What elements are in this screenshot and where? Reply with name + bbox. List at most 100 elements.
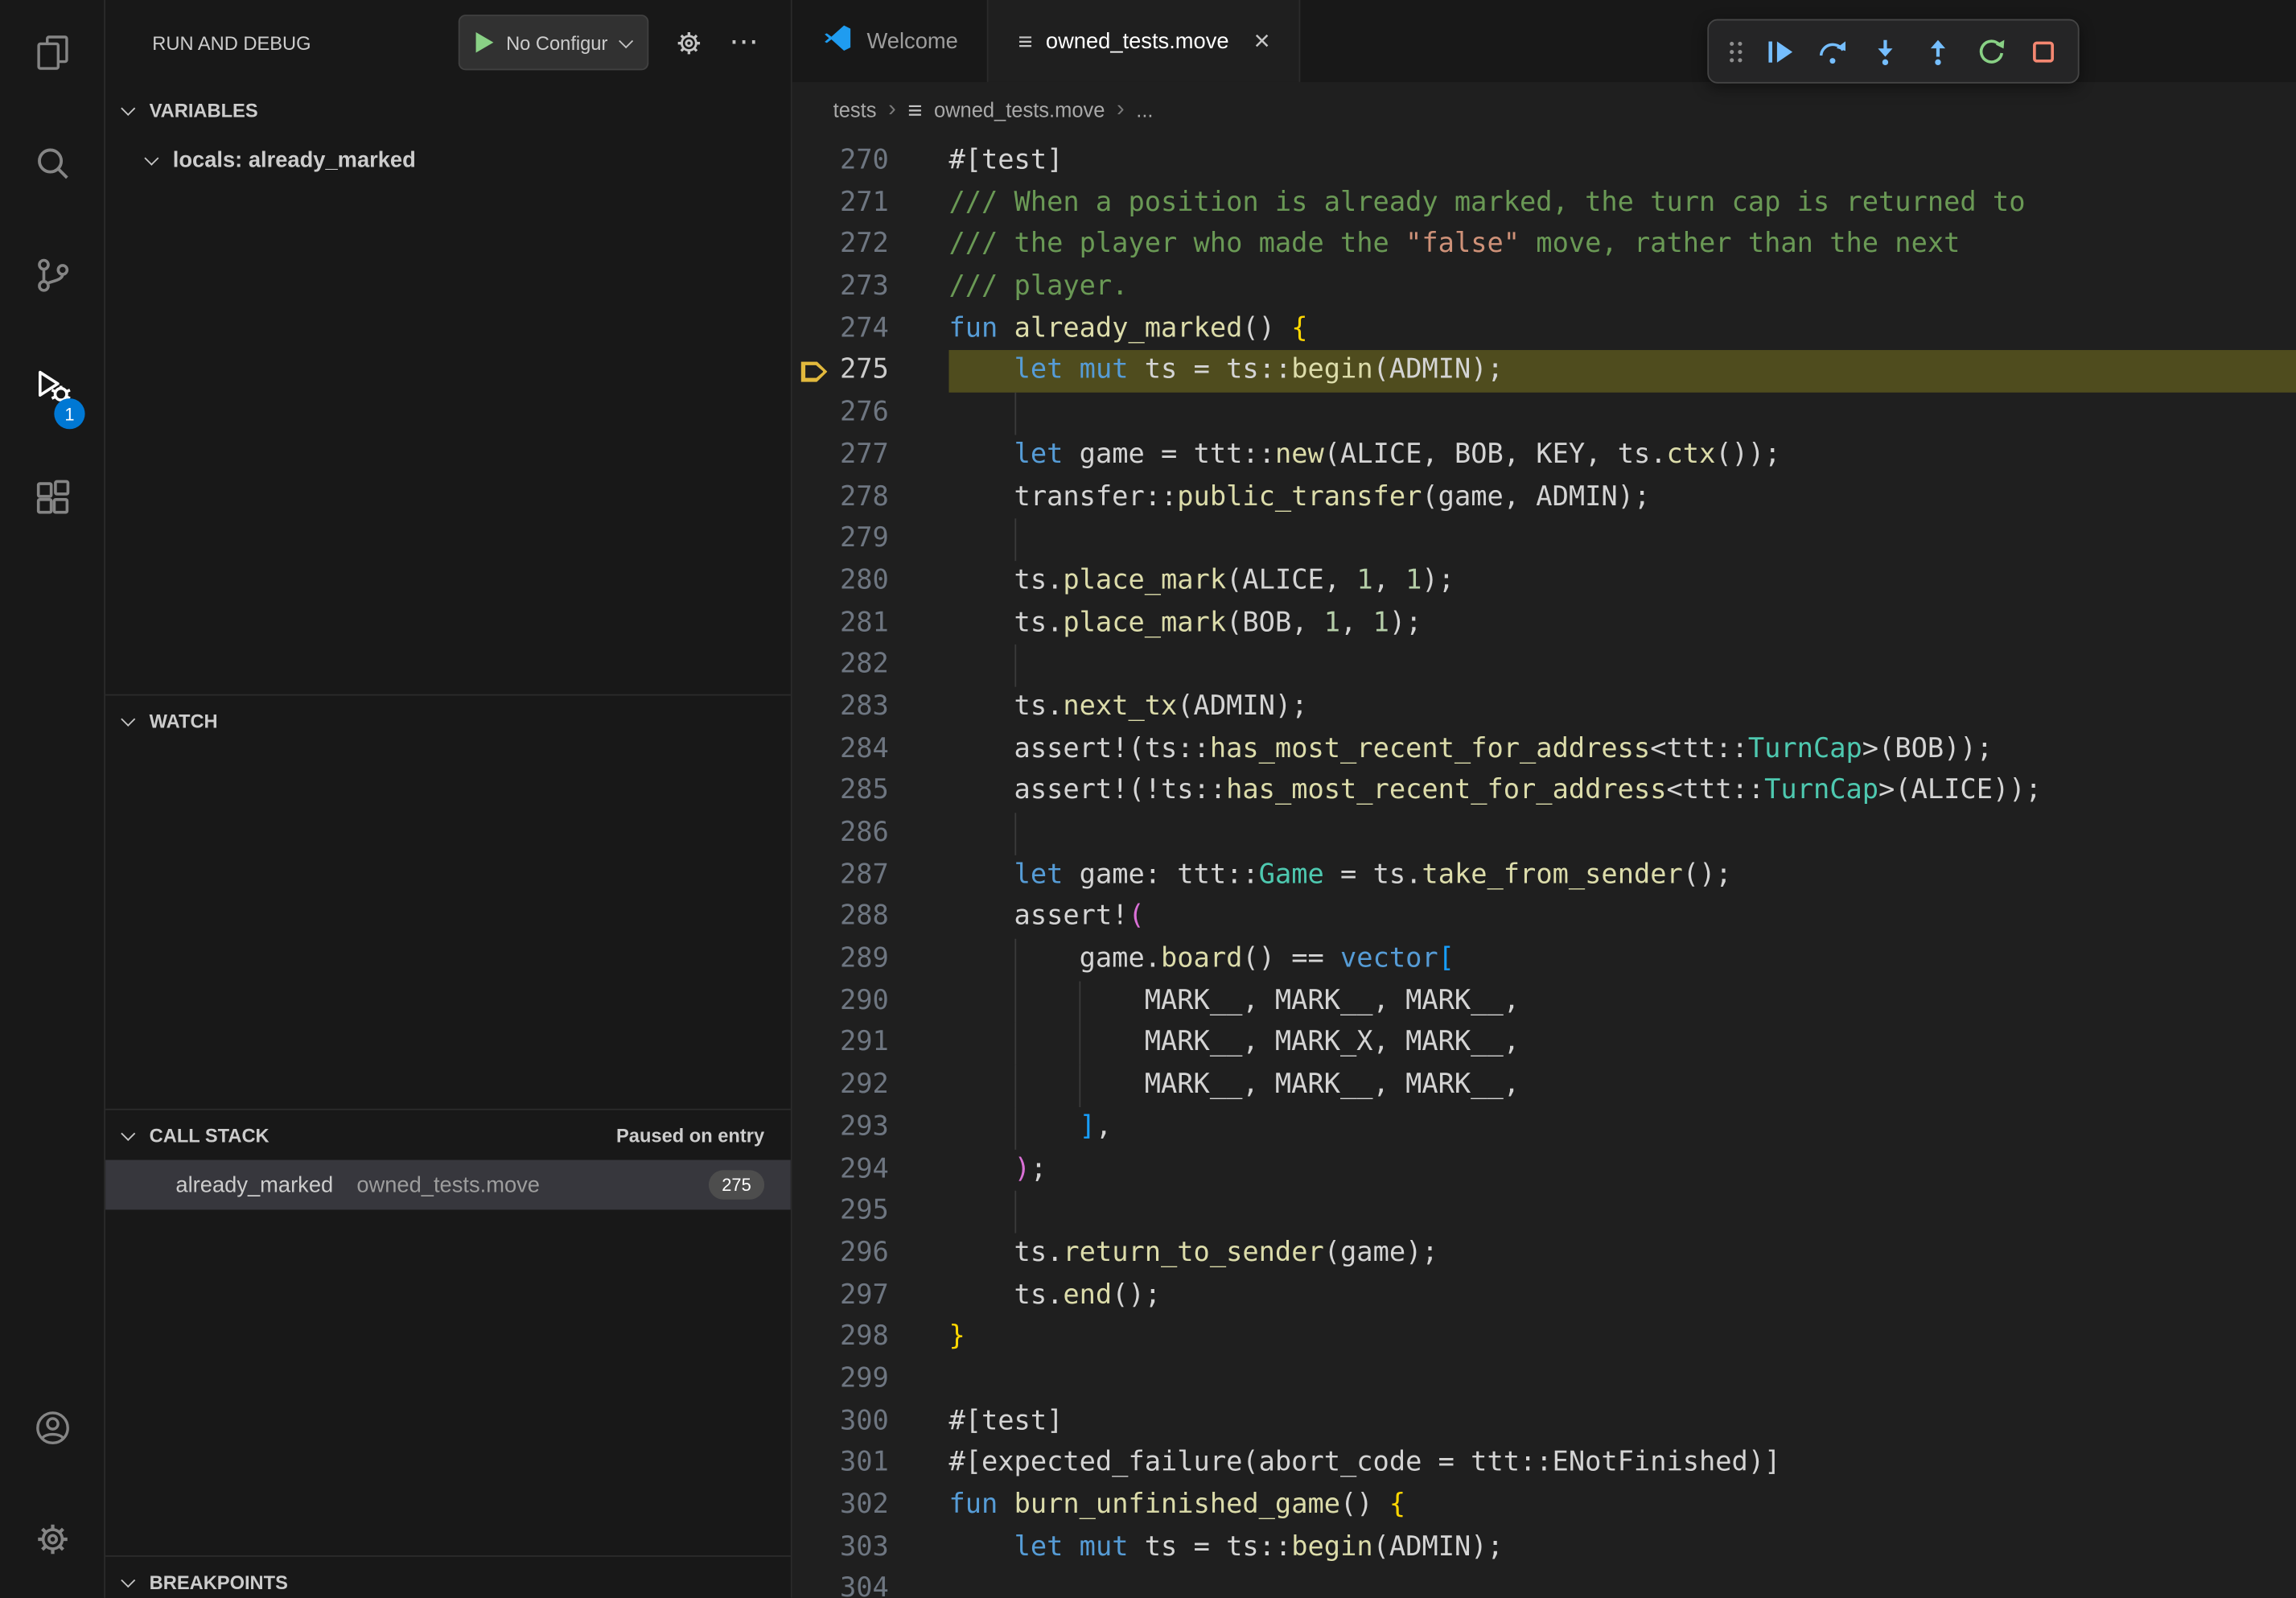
line-number[interactable]: 271 — [792, 183, 949, 224]
line-number[interactable]: 277 — [792, 435, 949, 476]
code-line[interactable]: 298} — [792, 1317, 2296, 1359]
activity-item-search[interactable] — [0, 111, 104, 222]
code-line[interactable]: 281 ts.place_mark(BOB, 1, 1); — [792, 603, 2296, 645]
code-line[interactable]: 289 game.board() == vector[ — [792, 939, 2296, 981]
code-line[interactable]: 299 — [792, 1359, 2296, 1401]
line-number[interactable]: 294 — [792, 1149, 949, 1191]
step-over-button[interactable] — [1808, 28, 1855, 75]
line-number[interactable]: 298 — [792, 1317, 949, 1359]
line-number[interactable]: 273 — [792, 266, 949, 308]
breadcrumb-item-tests[interactable]: tests — [833, 98, 877, 121]
line-number[interactable]: 297 — [792, 1275, 949, 1317]
code-line[interactable]: 286 — [792, 813, 2296, 855]
code-line[interactable]: 272/// the player who made the "false" m… — [792, 224, 2296, 266]
step-out-button[interactable] — [1914, 28, 1961, 75]
line-number[interactable]: 291 — [792, 1023, 949, 1065]
watch-section-header[interactable]: WATCH — [105, 696, 791, 746]
code-line[interactable]: 277 let game = ttt::new(ALICE, BOB, KEY,… — [792, 435, 2296, 476]
line-number[interactable]: 303 — [792, 1527, 949, 1569]
code-line[interactable]: 270#[test] — [792, 141, 2296, 183]
line-number[interactable]: 283 — [792, 687, 949, 729]
line-number[interactable]: 288 — [792, 897, 949, 939]
line-number[interactable]: 281 — [792, 603, 949, 645]
code-line[interactable]: 276 — [792, 393, 2296, 435]
activity-item-extensions[interactable] — [0, 445, 104, 556]
code-line[interactable]: 304 — [792, 1569, 2296, 1598]
code-line[interactable]: 295 — [792, 1191, 2296, 1233]
code-line[interactable]: 300#[test] — [792, 1401, 2296, 1443]
code-line[interactable]: 285 assert!(!ts::has_most_recent_for_add… — [792, 771, 2296, 813]
line-number[interactable]: 295 — [792, 1191, 949, 1233]
line-number[interactable]: 276 — [792, 393, 949, 435]
line-number[interactable]: 274 — [792, 309, 949, 351]
line-number[interactable]: 286 — [792, 813, 949, 855]
line-number[interactable]: 287 — [792, 855, 949, 896]
line-number[interactable]: 280 — [792, 561, 949, 603]
line-number[interactable]: 284 — [792, 729, 949, 771]
debug-config-dropdown[interactable]: No Configur — [458, 14, 648, 70]
variables-scope-row[interactable]: locals: already_marked — [105, 134, 791, 184]
line-number[interactable]: 302 — [792, 1485, 949, 1527]
line-number[interactable]: 304 — [792, 1569, 949, 1598]
code-line[interactable]: 301#[expected_failure(abort_code = ttt::… — [792, 1443, 2296, 1485]
code-line[interactable]: 290 MARK__, MARK__, MARK__, — [792, 981, 2296, 1023]
code-line[interactable]: 297 ts.end(); — [792, 1275, 2296, 1317]
tab-owned-tests[interactable]: ≡ owned_tests.move × — [989, 0, 1301, 82]
code-line[interactable]: 278 transfer::public_transfer(game, ADMI… — [792, 476, 2296, 518]
restart-button[interactable] — [1966, 28, 2013, 75]
continue-button[interactable] — [1755, 28, 1802, 75]
line-number[interactable]: 282 — [792, 645, 949, 686]
code-line[interactable]: 291 MARK__, MARK_X, MARK__, — [792, 1023, 2296, 1065]
activity-item-manage[interactable] — [0, 1486, 104, 1597]
code-line[interactable]: 302fun burn_unfinished_game() { — [792, 1485, 2296, 1527]
code-line[interactable]: 283 ts.next_tx(ADMIN); — [792, 687, 2296, 729]
code-line[interactable]: 287 let game: ttt::Game = ts.take_from_s… — [792, 855, 2296, 896]
line-number[interactable]: 299 — [792, 1359, 949, 1401]
line-number[interactable]: 290 — [792, 981, 949, 1023]
start-debug-icon[interactable] — [475, 32, 493, 52]
code-line[interactable]: 274fun already_marked() { — [792, 309, 2296, 351]
activity-item-accounts[interactable] — [0, 1375, 104, 1486]
debug-settings-gear-icon[interactable] — [673, 27, 704, 58]
code-line[interactable]: 271/// When a position is already marked… — [792, 183, 2296, 224]
call-stack-frame[interactable]: already_marked owned_tests.move 275 — [105, 1160, 791, 1210]
code-line[interactable]: 303 let mut ts = ts::begin(ADMIN); — [792, 1527, 2296, 1569]
line-number[interactable]: 275 — [792, 351, 949, 393]
line-number[interactable]: 293 — [792, 1107, 949, 1149]
step-into-button[interactable] — [1861, 28, 1907, 75]
more-actions-icon[interactable]: ⋯ — [729, 28, 758, 57]
line-number[interactable]: 292 — [792, 1065, 949, 1106]
activity-item-source-control[interactable] — [0, 223, 104, 334]
line-number[interactable]: 272 — [792, 224, 949, 266]
breadcrumb-item-symbol[interactable]: ... — [1136, 98, 1153, 121]
code-line[interactable]: 292 MARK__, MARK__, MARK__, — [792, 1065, 2296, 1106]
activity-item-explorer[interactable] — [0, 0, 104, 111]
line-number[interactable]: 300 — [792, 1401, 949, 1443]
call-stack-section-header[interactable]: CALL STACK Paused on entry — [105, 1110, 791, 1160]
code-editor[interactable]: 270#[test]271/// When a position is alre… — [792, 138, 2296, 1598]
tab-welcome[interactable]: Welcome — [792, 0, 989, 82]
code-line[interactable]: 294 ); — [792, 1149, 2296, 1191]
line-number[interactable]: 278 — [792, 476, 949, 518]
code-line[interactable]: 282 — [792, 645, 2296, 686]
code-line[interactable]: 296 ts.return_to_sender(game); — [792, 1233, 2296, 1275]
breadcrumb-item-file[interactable]: owned_tests.move — [934, 98, 1105, 121]
line-number[interactable]: 285 — [792, 771, 949, 813]
line-number[interactable]: 289 — [792, 939, 949, 981]
activity-item-run-and-debug[interactable]: 1 — [0, 334, 104, 445]
code-line[interactable]: 273/// player. — [792, 266, 2296, 308]
toolbar-grip-icon[interactable] — [1721, 35, 1750, 68]
code-line[interactable]: 280 ts.place_mark(ALICE, 1, 1); — [792, 561, 2296, 603]
code-line[interactable]: 293 ], — [792, 1107, 2296, 1149]
line-number[interactable]: 301 — [792, 1443, 949, 1485]
variables-section-header[interactable]: VARIABLES — [105, 85, 791, 135]
code-line[interactable]: 288 assert!( — [792, 897, 2296, 939]
close-icon[interactable]: × — [1254, 27, 1270, 56]
line-number[interactable]: 296 — [792, 1233, 949, 1275]
line-number[interactable]: 279 — [792, 519, 949, 561]
code-line[interactable]: 284 assert!(ts::has_most_recent_for_addr… — [792, 729, 2296, 771]
stop-button[interactable] — [2019, 28, 2066, 75]
code-line[interactable]: 279 — [792, 519, 2296, 561]
code-line[interactable]: 275 let mut ts = ts::begin(ADMIN); — [792, 351, 2296, 393]
breakpoints-section-header[interactable]: BREAKPOINTS — [105, 1557, 791, 1598]
